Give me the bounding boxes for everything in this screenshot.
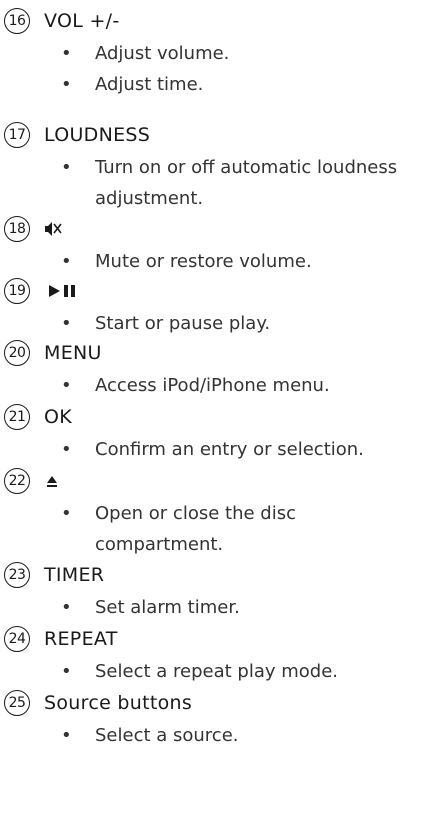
- item-number: 18: [4, 216, 30, 242]
- item-number: 17: [4, 122, 30, 148]
- item-play-pause: 19 • Start or pause play.: [0, 276, 429, 339]
- item-mute: 18 • Mute or restore volume.: [0, 214, 429, 277]
- bullet-item: • Select a repeat play mode.: [61, 661, 338, 682]
- item-number: 24: [4, 626, 30, 652]
- bullet-item: • Set alarm timer.: [61, 597, 240, 618]
- item-loudness: 17 LOUDNESS • Turn on or off automatic lo…: [0, 120, 429, 214]
- mute-icon: [44, 214, 62, 244]
- bullet-item: • Open or close the disc compartment.: [61, 503, 296, 555]
- bullet-item: • Mute or restore volume.: [61, 251, 312, 272]
- item-number: 25: [4, 690, 30, 716]
- bullet-item: • Confirm an entry or selection.: [61, 439, 364, 460]
- bullet-item: • Turn on or off automatic loudness adjus…: [61, 157, 398, 209]
- item-title: REPEAT: [44, 628, 118, 650]
- item-number: 19: [4, 278, 30, 304]
- item-source-buttons: 25 Source buttons • Select a source.: [0, 688, 429, 751]
- bullet-item: • Adjust volume.: [61, 43, 230, 64]
- bullet-item: • Adjust time.: [61, 74, 204, 95]
- item-title: LOUDNESS: [44, 124, 151, 146]
- eject-icon: [46, 466, 62, 496]
- item-number: 22: [4, 468, 30, 494]
- item-number: 21: [4, 404, 30, 430]
- item-title: Source buttons: [44, 692, 193, 714]
- item-repeat: 24 REPEAT • Select a repeat play mode.: [0, 624, 429, 687]
- item-vol: 16 VOL +/- • Adjust volume. • Adjust time.: [0, 6, 429, 100]
- item-timer: 23 TIMER • Set alarm timer.: [0, 560, 429, 623]
- item-eject: 22 • Open or close the disc compartment.: [0, 466, 429, 560]
- item-title: OK: [44, 406, 73, 428]
- bullet-item: • Access iPod/iPhone menu.: [61, 375, 330, 396]
- manual-page: 16 VOL +/- • Adjust volume. • Adjust time.…: [0, 0, 429, 813]
- item-title: VOL +/-: [44, 10, 120, 32]
- item-title: MENU: [44, 342, 102, 364]
- item-title: TIMER: [44, 564, 105, 586]
- play-pause-icon: [48, 276, 82, 306]
- item-menu: 20 MENU • Access iPod/iPhone menu.: [0, 338, 429, 401]
- bullet-item: • Start or pause play.: [61, 313, 271, 334]
- item-number: 16: [4, 8, 30, 34]
- item-ok: 21 OK • Confirm an entry or selection.: [0, 402, 429, 465]
- bullet-item: • Select a source.: [61, 725, 239, 746]
- item-number: 20: [4, 340, 30, 366]
- item-number: 23: [4, 562, 30, 588]
